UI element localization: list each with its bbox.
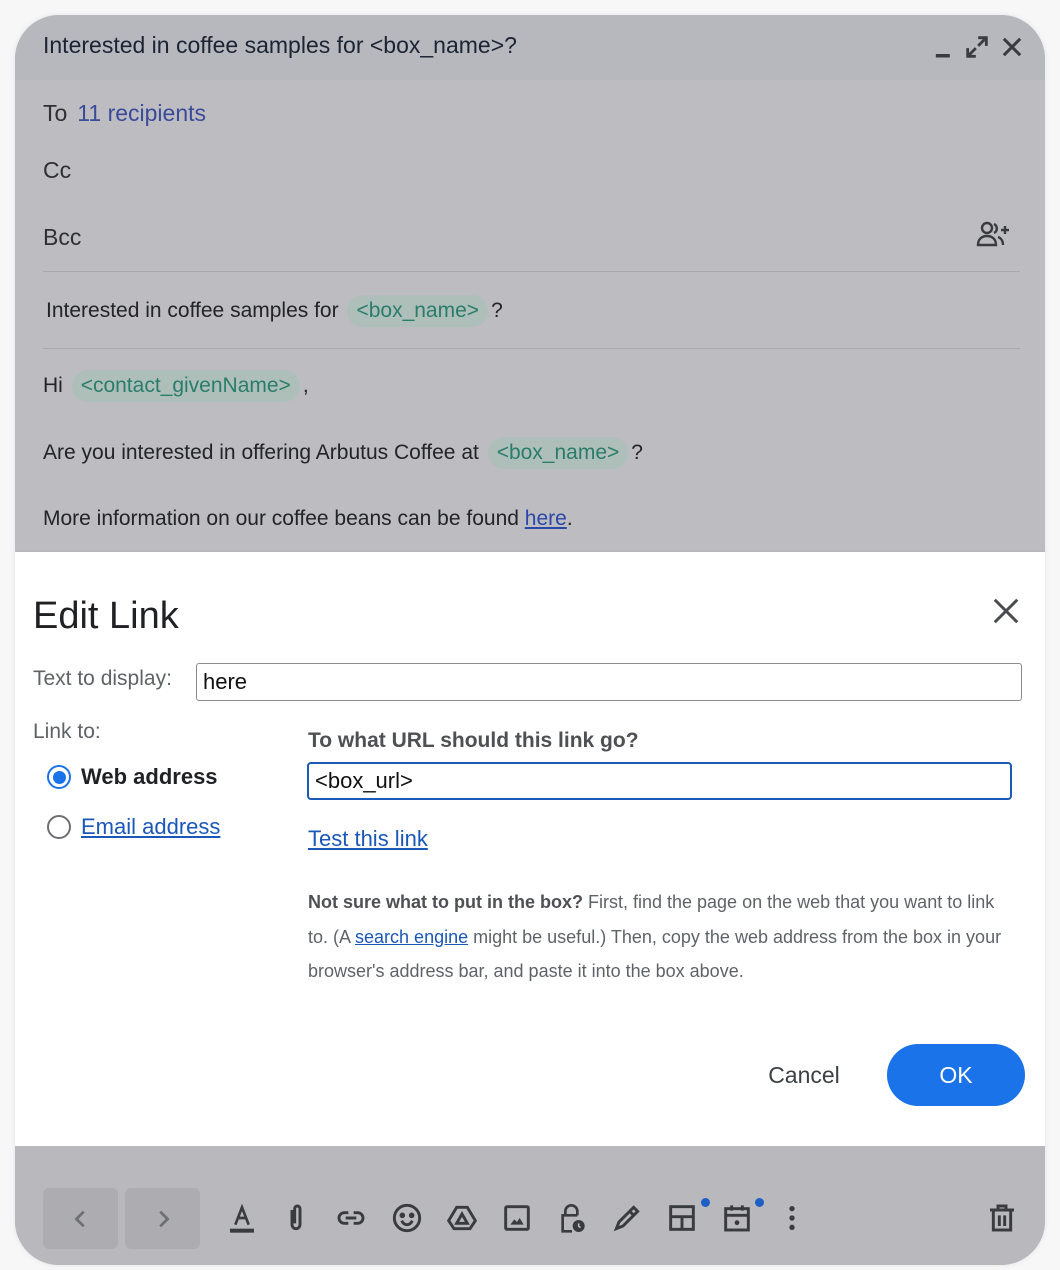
recipients-count[interactable]: 11 recipients <box>77 100 206 126</box>
minimize-icon[interactable] <box>930 33 958 61</box>
layout-badge-dot <box>701 1198 710 1207</box>
chevron-right-icon[interactable] <box>125 1188 200 1249</box>
cc-label: Cc <box>43 157 72 183</box>
compose-window: Interested in coffee samples for <box_na… <box>15 15 1045 1265</box>
compose-toolbar <box>15 1146 1045 1265</box>
radio-email-address[interactable]: Email address <box>47 814 220 840</box>
body-line-offer[interactable]: Are you interested in offering Arbutus C… <box>43 437 643 469</box>
expand-icon[interactable] <box>963 33 991 61</box>
schedule-calendar-icon[interactable] <box>721 1202 753 1234</box>
radio-web-address[interactable]: Web address <box>47 764 218 790</box>
bcc-label: Bcc <box>43 224 82 250</box>
image-icon[interactable] <box>501 1202 533 1234</box>
merge-tag-chip[interactable]: <contact_givenName> <box>71 370 300 402</box>
offer-text: Are you interested in offering Arbutus C… <box>43 441 479 464</box>
help-text: Not sure what to put in the box? First, … <box>308 885 1008 989</box>
link-to-label: Link to: <box>33 720 101 743</box>
schedule-badge-dot <box>755 1198 764 1207</box>
url-heading: To what URL should this link go? <box>308 729 639 752</box>
merge-tag-chip[interactable]: <box_name> <box>487 437 629 469</box>
more-options-icon[interactable] <box>776 1202 808 1234</box>
email-address-label[interactable]: Email address <box>81 814 220 840</box>
subject-suffix: ? <box>491 299 503 322</box>
info-text: More information on our coffee beans can… <box>43 507 519 530</box>
web-address-label: Web address <box>81 764 218 789</box>
layout-template-icon[interactable] <box>666 1202 698 1234</box>
search-engine-link[interactable]: search engine <box>355 927 468 947</box>
people-add-icon[interactable] <box>975 220 1013 250</box>
here-link[interactable]: here <box>525 507 567 530</box>
radio-button-selected[interactable] <box>47 765 71 789</box>
subject-divider <box>43 348 1020 349</box>
test-link[interactable]: Test this link <box>308 826 428 852</box>
text-to-display-label: Text to display: <box>33 667 172 690</box>
chevron-left-icon[interactable] <box>43 1188 118 1249</box>
close-icon[interactable] <box>998 33 1026 61</box>
confidential-lock-icon[interactable] <box>556 1202 588 1234</box>
greeting-text: Hi <box>43 374 63 397</box>
ok-button[interactable]: OK <box>887 1044 1025 1106</box>
cancel-button[interactable]: Cancel <box>745 1052 863 1098</box>
signature-pen-icon[interactable] <box>611 1202 643 1234</box>
text-to-display-input[interactable] <box>196 663 1022 701</box>
body-line-info[interactable]: More information on our coffee beans can… <box>43 507 573 531</box>
compose-titlebar[interactable]: Interested in coffee samples for <box_na… <box>15 15 1045 80</box>
close-icon[interactable] <box>991 596 1021 626</box>
merge-tag-chip[interactable]: <box_name> <box>347 295 489 327</box>
offer-suffix: ? <box>631 441 643 464</box>
subject-text: Interested in coffee samples for <box>46 299 339 322</box>
to-label: To <box>43 100 68 126</box>
edit-link-dialog: Edit Link Text to display: Link to: Web … <box>15 552 1045 1146</box>
help-bold: Not sure what to put in the box? <box>308 892 583 912</box>
radio-button[interactable] <box>47 815 71 839</box>
greeting-suffix: , <box>302 374 309 397</box>
compose-title: Interested in coffee samples for <box_na… <box>43 32 517 58</box>
to-field[interactable]: To 11 recipients <box>43 100 206 127</box>
body-greeting[interactable]: Hi <contact_givenName>, <box>43 370 309 402</box>
url-input[interactable] <box>307 762 1012 800</box>
cc-field[interactable]: Cc <box>43 157 71 184</box>
subject-line[interactable]: Interested in coffee samples for <box_na… <box>46 295 503 327</box>
link-icon[interactable] <box>335 1202 367 1234</box>
drive-icon[interactable] <box>446 1202 478 1234</box>
header-divider <box>43 271 1020 272</box>
bcc-field[interactable]: Bcc <box>43 224 81 251</box>
trash-icon[interactable] <box>986 1202 1018 1234</box>
text-format-icon[interactable] <box>226 1202 258 1234</box>
info-suffix: . <box>566 507 573 530</box>
attach-icon[interactable] <box>280 1202 312 1234</box>
dialog-title: Edit Link <box>33 595 179 637</box>
emoji-icon[interactable] <box>391 1202 423 1234</box>
